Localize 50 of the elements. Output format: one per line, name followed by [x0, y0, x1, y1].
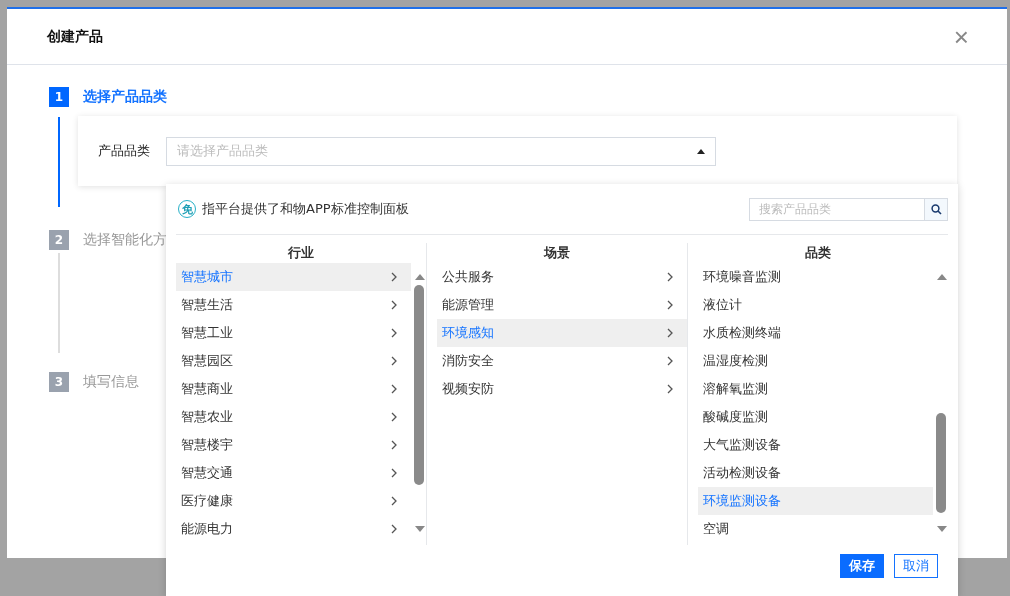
list-item[interactable]: 智慧商业	[176, 375, 411, 403]
list-item[interactable]: 智慧城市	[176, 263, 411, 291]
list-item[interactable]: 能源电力	[176, 515, 411, 543]
list-item[interactable]: 智慧交通	[176, 459, 411, 487]
cancel-button[interactable]: 取消	[894, 554, 938, 578]
list-item[interactable]: 视频安防	[437, 375, 687, 403]
step-number: 3	[49, 372, 69, 392]
list-item[interactable]: 智慧农业	[176, 403, 411, 431]
list-item[interactable]: 消防安全	[437, 347, 687, 375]
field-label: 产品品类	[98, 142, 151, 160]
list-item[interactable]: 环境感知	[437, 319, 687, 347]
search-button[interactable]	[925, 197, 948, 221]
step-title: 选择产品品类	[83, 88, 167, 106]
search-field[interactable]: 搜索产品品类	[749, 197, 925, 221]
scroll-down-icon	[937, 526, 947, 532]
close-button[interactable]: ×	[953, 25, 969, 48]
list-item[interactable]: 酸碱度监测	[698, 403, 933, 431]
scroll-up-icon	[415, 274, 425, 280]
list-item[interactable]: 能源管理	[437, 291, 687, 319]
list-item[interactable]: 环境噪音监测	[698, 263, 933, 291]
caret-icon	[697, 148, 705, 154]
list-item[interactable]: 温湿度检测	[698, 347, 933, 375]
step-title: 选择智能化方	[83, 231, 167, 249]
scroll-up-icon	[937, 274, 947, 280]
list-item[interactable]: 液位计	[698, 291, 933, 319]
scrollbar-thumb[interactable]	[414, 285, 424, 485]
step-title: 填写信息	[83, 373, 139, 391]
scroll-down-icon	[415, 526, 425, 532]
list-item[interactable]: 智慧工业	[176, 319, 411, 347]
dialog-title: 创建产品	[47, 27, 103, 46]
column-header: 场景	[542, 244, 571, 262]
list-item[interactable]: 活动检测设备	[698, 459, 933, 487]
list-item[interactable]: 环境监测设备	[698, 487, 933, 515]
list-item[interactable]: 溶解氧监测	[698, 375, 933, 403]
list-item[interactable]: 空调	[698, 515, 933, 543]
column-header: 行业	[287, 244, 315, 262]
step-number: 1	[49, 87, 69, 107]
list-item[interactable]: 智慧园区	[176, 347, 411, 375]
list-item[interactable]: 智慧楼宇	[176, 431, 411, 459]
column-header: 品类	[804, 244, 832, 262]
search-icon	[930, 203, 942, 215]
step-number: 2	[49, 230, 69, 250]
list-item[interactable]: 医疗健康	[176, 487, 411, 515]
scrollbar-thumb[interactable]	[936, 413, 946, 513]
list-item[interactable]: 公共服务	[437, 263, 687, 291]
save-button[interactable]: 保存	[840, 554, 884, 578]
list-item[interactable]: 大气监测设备	[698, 431, 933, 459]
list-item[interactable]: 智慧生活	[176, 291, 411, 319]
list-item[interactable]: 水质检测终端	[698, 319, 933, 347]
hint-text: 指平台提供了和物APP标准控制面板	[202, 200, 409, 218]
